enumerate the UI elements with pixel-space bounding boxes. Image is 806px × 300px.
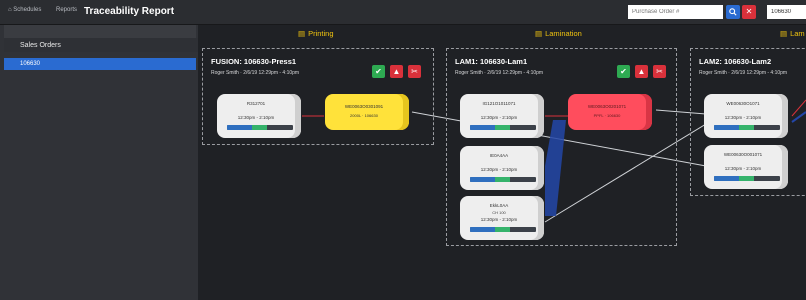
card-time-range: 12:30pm - 2:10pm bbox=[480, 167, 518, 172]
card-progress-bar bbox=[714, 176, 780, 181]
card-lot-number: R312701 bbox=[246, 101, 266, 106]
approve-button[interactable]: ✔ bbox=[617, 65, 630, 78]
trace-links bbox=[302, 99, 806, 223]
card-detail: 2000L · 106630 bbox=[350, 113, 378, 118]
group-subtitle: Roger Smith · 2/6/19 12:29pm - 4:10pm bbox=[211, 70, 300, 76]
card-lot-number: WE0063O0301091 bbox=[344, 104, 384, 109]
group-subtitle: Roger Smith · 2/6/19 12:29pm - 4:10pm bbox=[699, 70, 788, 76]
group-fusion-press1: FUSION: 106630-Press1 Roger Smith · 2/6/… bbox=[202, 48, 434, 145]
card-lot-number: WE0063O0201071 bbox=[587, 104, 627, 109]
card-progress-bar bbox=[470, 177, 536, 182]
material-card[interactable]: EkkL0AA CH 100 12:30pm - 2:10pm bbox=[460, 196, 544, 240]
warning-button[interactable]: ▲ bbox=[390, 65, 403, 78]
card-time-range: 12:30pm - 2:10pm bbox=[480, 217, 518, 222]
card-progress-bar bbox=[470, 125, 536, 130]
card-detail: CH 100 bbox=[492, 210, 506, 215]
card-time-range: 12:30pm - 2:10pm bbox=[724, 115, 762, 120]
card-detail: PPFL · 106630 bbox=[593, 113, 621, 118]
card-progress-bar bbox=[227, 125, 293, 130]
material-card[interactable]: WE00630O001071 12:30pm - 2:10pm bbox=[704, 145, 788, 189]
group-subtitle: Roger Smith · 2/6/19 12:29pm - 4:10pm bbox=[455, 70, 544, 76]
material-card[interactable]: IG121O1011071 12:30pm - 2:10pm bbox=[460, 94, 544, 138]
approve-button[interactable]: ✔ bbox=[372, 65, 385, 78]
warning-icon: ▲ bbox=[392, 67, 401, 76]
warning-icon: ▲ bbox=[637, 67, 646, 76]
material-card[interactable]: IE0A4AA 12:30pm - 2:10pm bbox=[460, 146, 544, 190]
group-title: LAM2: 106630-Lam2 bbox=[699, 57, 772, 66]
card-time-range: 12:30pm - 2:10pm bbox=[237, 115, 275, 120]
warning-button[interactable]: ▲ bbox=[635, 65, 648, 78]
check-icon: ✔ bbox=[375, 67, 382, 76]
unlink-icon: ✂ bbox=[656, 67, 663, 76]
card-lot-number: IE0A4AA bbox=[489, 153, 509, 158]
group-lam1: LAM1: 106630-Lam1 Roger Smith · 2/6/19 1… bbox=[446, 48, 677, 246]
card-lot-number: WE00630O1071 bbox=[726, 101, 760, 106]
card-lot-number: IG121O1011071 bbox=[482, 101, 516, 106]
unlink-icon: ✂ bbox=[411, 67, 418, 76]
card-lot-number: EkkL0AA bbox=[489, 203, 509, 208]
card-time-range: 12:30pm - 2:10pm bbox=[724, 166, 762, 171]
output-roll-card[interactable]: WE0063O0201071 PPFL · 106630 bbox=[568, 94, 652, 130]
material-card[interactable]: WE00630O1071 12:30pm - 2:10pm bbox=[704, 94, 788, 138]
card-progress-bar bbox=[470, 227, 536, 232]
material-card[interactable]: R312701 12:30pm - 2:10pm bbox=[217, 94, 301, 138]
card-progress-bar bbox=[714, 125, 780, 130]
group-lam2: LAM2: 106630-Lam2 Roger Smith · 2/6/19 1… bbox=[690, 48, 806, 196]
unlink-button[interactable]: ✂ bbox=[653, 65, 666, 78]
unlink-button[interactable]: ✂ bbox=[408, 65, 421, 78]
group-title: LAM1: 106630-Lam1 bbox=[455, 57, 528, 66]
check-icon: ✔ bbox=[620, 67, 627, 76]
card-time-range: 12:30pm - 2:10pm bbox=[480, 115, 518, 120]
card-lot-number: WE00630O001071 bbox=[723, 152, 763, 157]
output-roll-card[interactable]: WE0063O0301091 2000L · 106630 bbox=[325, 94, 409, 130]
group-title: FUSION: 106630-Press1 bbox=[211, 57, 297, 66]
